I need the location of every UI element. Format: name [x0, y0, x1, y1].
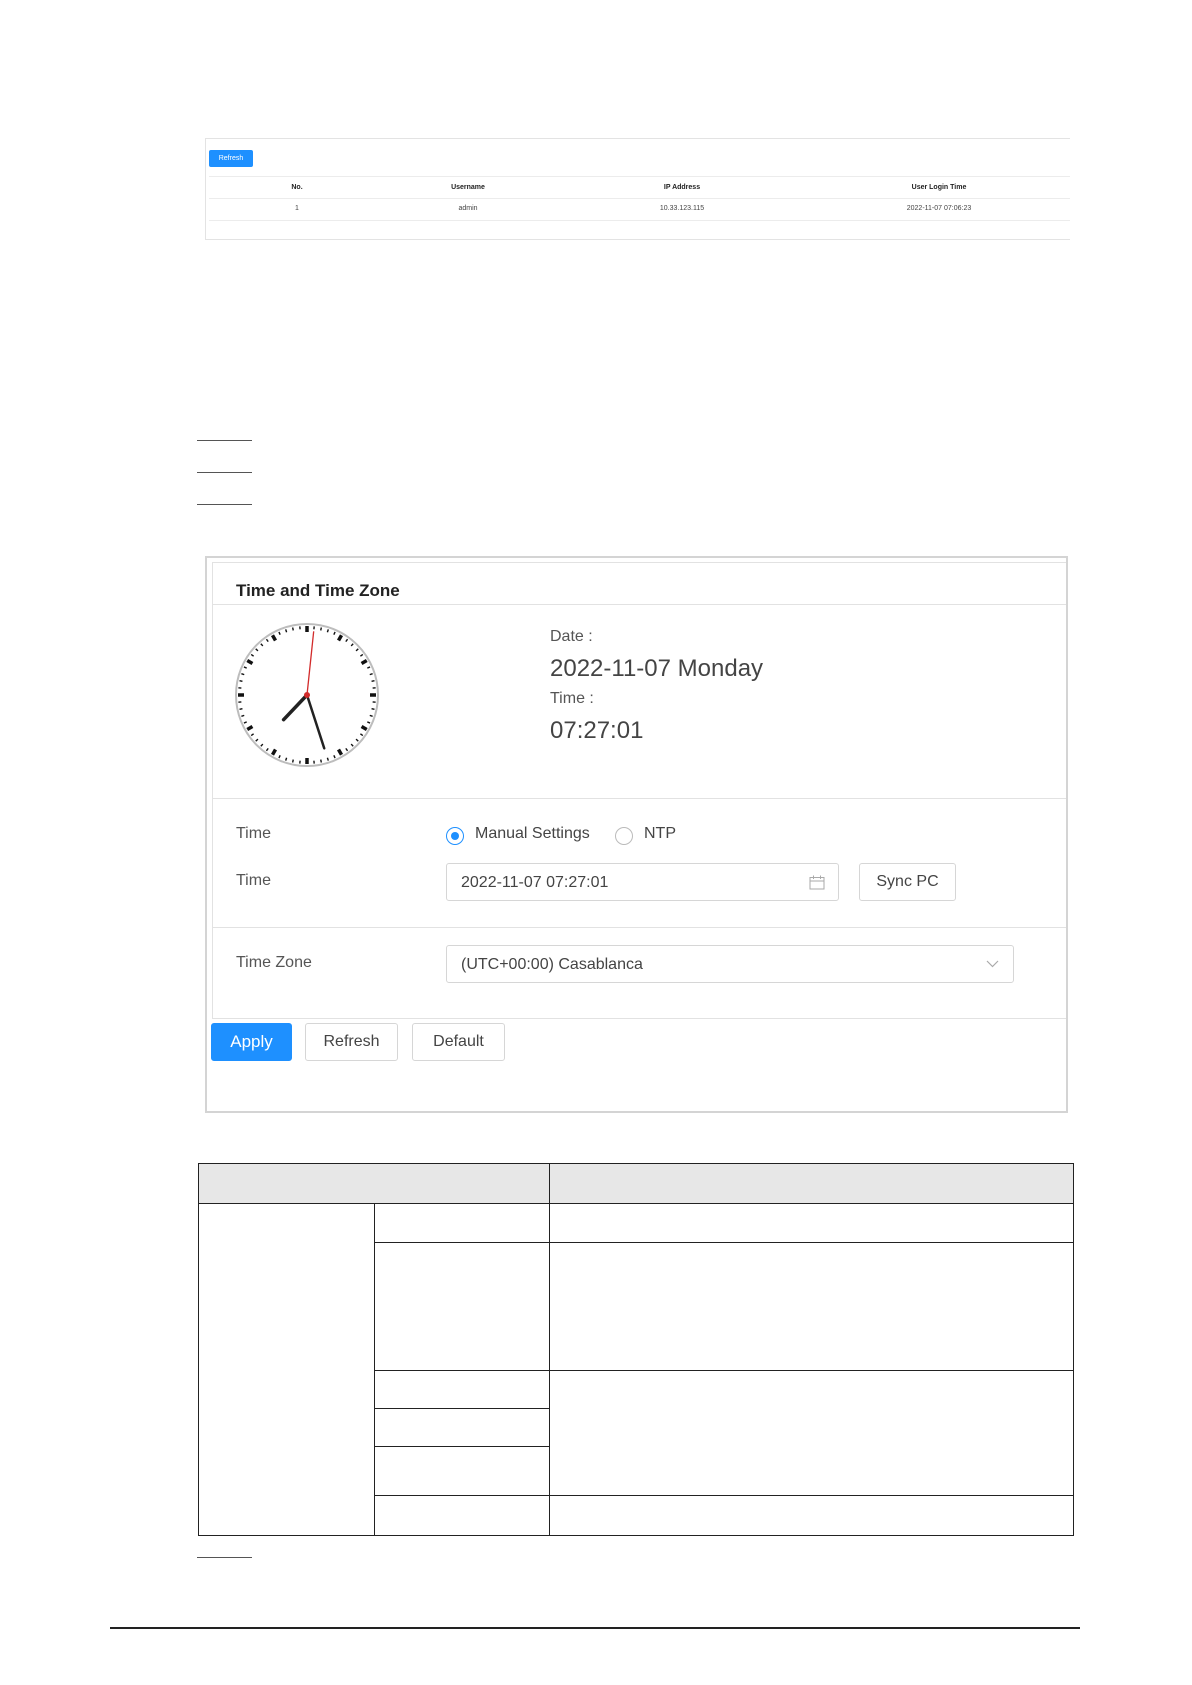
table-cell-description	[549, 1495, 1074, 1536]
step-marker	[197, 504, 252, 505]
clock-minute-tick	[371, 708, 375, 711]
calendar-icon[interactable]	[809, 875, 825, 890]
refresh-button[interactable]: Refresh	[209, 150, 253, 167]
divider	[209, 220, 1070, 221]
clock-minute-tick	[320, 627, 323, 631]
time-zone-label: Time Zone	[236, 954, 312, 971]
table-cell-group	[198, 1203, 375, 1536]
table-cell-subparameter	[374, 1242, 550, 1371]
date-label: Date :	[550, 628, 593, 645]
default-button[interactable]: Default	[412, 1023, 505, 1061]
table-header-description	[549, 1163, 1074, 1204]
footer-rule	[110, 1627, 1080, 1629]
system-time-label: Time	[236, 872, 271, 889]
time-zone-select[interactable]: (UTC+00:00) Casablanca	[446, 945, 1014, 983]
clock-minute-tick	[285, 629, 288, 633]
table-cell-subparameter	[374, 1370, 550, 1409]
clock-minute-tick	[241, 714, 245, 717]
chevron-down-icon	[986, 960, 999, 968]
clock-minute-tick	[369, 714, 373, 717]
clock-minute-tick	[285, 757, 288, 761]
table-cell-subparameter	[374, 1203, 550, 1243]
clock-minute-tick	[291, 627, 294, 631]
time-mode-label: Time	[236, 825, 271, 842]
time-settings-form: Time and Time Zone Date : 2022-11-07 Mon…	[212, 562, 1066, 1019]
divider	[209, 198, 1070, 199]
date-value: 2022-11-07 Monday	[550, 655, 764, 682]
clock-minute-tick	[320, 759, 323, 763]
step-marker	[197, 472, 252, 473]
cell-no: 1	[295, 205, 299, 212]
divider	[213, 798, 1066, 799]
radio-manual-settings[interactable]	[446, 827, 464, 845]
column-header-login-time: User Login Time	[911, 184, 967, 191]
divider	[213, 604, 1066, 605]
system-time-value: 2022-11-07 07:27:01	[461, 874, 609, 891]
radio-ntp[interactable]	[615, 827, 633, 845]
clock-minute-tick	[369, 673, 373, 676]
table-cell-description	[549, 1242, 1074, 1371]
apply-button[interactable]: Apply	[211, 1023, 292, 1061]
column-header-username: Username	[451, 184, 485, 191]
table-cell-subparameter	[374, 1446, 550, 1496]
clock-minute-tick	[241, 673, 245, 676]
clock-minute-tick	[239, 708, 243, 711]
table-header-parameter	[198, 1163, 550, 1204]
clock-minute-tick	[326, 629, 329, 633]
time-zone-value: (UTC+00:00) Casablanca	[461, 956, 643, 973]
cell-login-time: 2022-11-07 07:06:23	[906, 205, 972, 212]
table-cell-subparameter	[374, 1495, 550, 1536]
analog-clock	[235, 623, 379, 767]
divider	[209, 176, 1070, 177]
clock-minute-tick	[326, 757, 329, 761]
manual-settings-label[interactable]: Manual Settings	[475, 825, 590, 843]
clock-center	[304, 692, 310, 698]
table-cell-description	[549, 1370, 1074, 1496]
cell-ip-address: 10.33.123.115	[659, 205, 705, 212]
table-cell-description	[549, 1203, 1074, 1243]
cell-username: admin	[458, 205, 478, 212]
clock-minute-tick	[371, 679, 375, 682]
online-users-panel: Refresh No. Username IP Address User Log…	[205, 138, 1070, 240]
time-value: 07:27:01	[550, 717, 644, 744]
time-settings-page: Time and Time Zone Date : 2022-11-07 Mon…	[205, 556, 1068, 1113]
table-cell-subparameter	[374, 1408, 550, 1447]
step-marker	[197, 440, 252, 441]
ntp-label[interactable]: NTP	[644, 825, 676, 843]
refresh-button[interactable]: Refresh	[305, 1023, 398, 1061]
clock-minute-tick	[291, 759, 294, 763]
divider	[213, 927, 1066, 928]
sync-pc-button[interactable]: Sync PC	[859, 863, 956, 901]
system-time-field[interactable]: 2022-11-07 07:27:01	[446, 863, 839, 901]
time-label: Time :	[550, 690, 594, 707]
panel-title: Time and Time Zone	[236, 581, 400, 600]
column-header-no: No.	[291, 184, 303, 191]
step-marker	[197, 1557, 252, 1558]
column-header-ip-address: IP Address	[663, 184, 701, 191]
clock-minute-tick	[239, 679, 243, 682]
